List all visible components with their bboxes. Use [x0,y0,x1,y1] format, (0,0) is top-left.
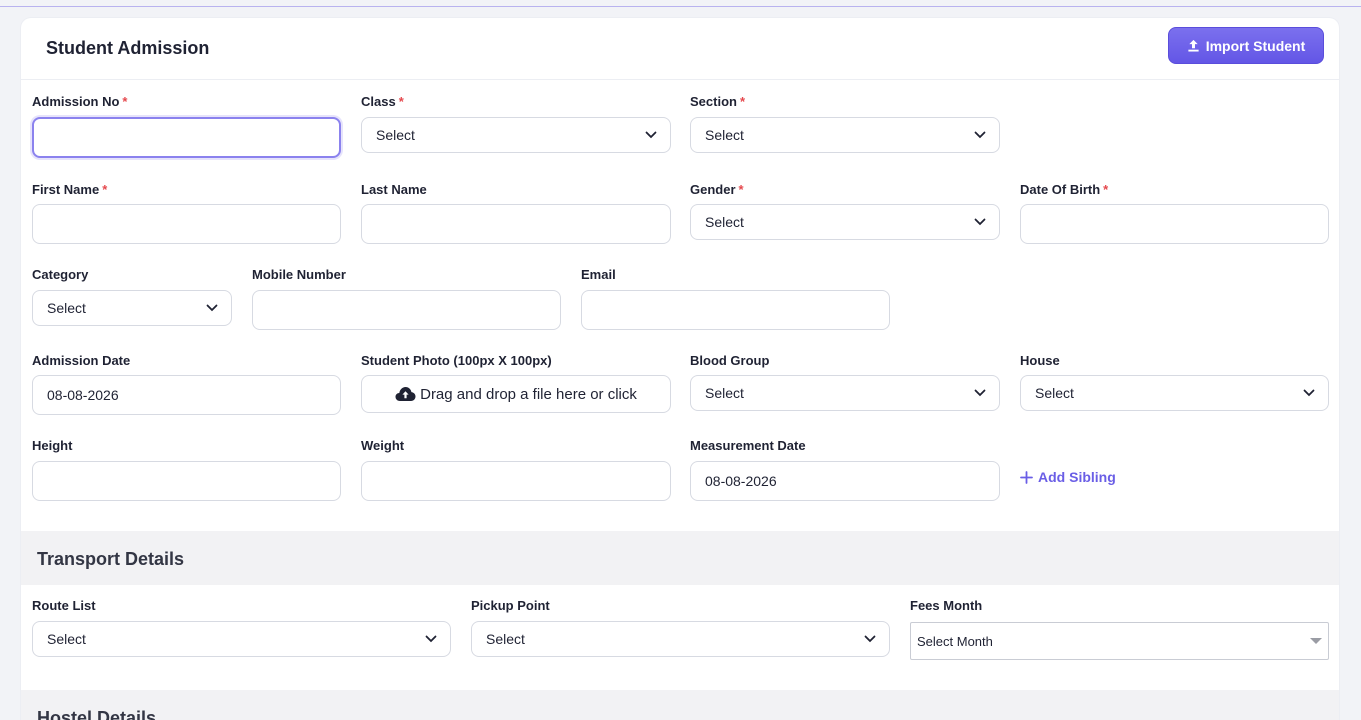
gender-label: Gender * [690,182,744,197]
chevron-down-icon [206,304,218,312]
admission-date-label: Admission Date [32,353,131,368]
first-name-label: First Name * [32,182,108,197]
dob-input[interactable] [1020,204,1329,244]
fees-month-select[interactable]: Select Month [910,622,1329,660]
blood-group-select[interactable]: Select [690,375,1000,411]
page-title: Student Admission [46,38,210,58]
chevron-down-icon [864,635,876,643]
hostel-details-header: Hostel Details [21,690,1339,720]
pickup-point-select[interactable]: Select [471,621,890,657]
measurement-date-input[interactable]: 08-08-2026 [690,461,1000,501]
height-input[interactable] [32,461,341,501]
chevron-down-icon [645,131,657,139]
admission-date-input[interactable]: 08-08-2026 [32,375,341,415]
weight-label: Weight [361,438,405,453]
last-name-input[interactable] [361,204,671,244]
transport-details-header: Transport Details [21,531,1339,585]
dob-label: Date Of Birth * [1020,182,1109,197]
class-select[interactable]: Select [361,117,671,153]
chevron-down-icon [425,635,437,643]
mobile-number-input[interactable] [252,290,561,330]
weight-input[interactable] [361,461,671,501]
mobile-number-label: Mobile Number [252,267,346,282]
admission-no-input[interactable] [32,117,341,158]
student-photo-label: Student Photo (100px X 100px) [361,353,552,368]
top-border-line [0,6,1361,7]
fees-month-label: Fees Month [910,598,983,613]
height-label: Height [32,438,73,453]
first-name-input[interactable] [32,204,341,244]
route-list-select[interactable]: Select [32,621,451,657]
category-label: Category [32,267,89,282]
section-label: Section * [690,94,746,109]
email-label: Email [581,267,616,282]
plus-icon [1020,470,1033,484]
category-select[interactable]: Select [32,290,232,326]
add-sibling-label: Add Sibling [1038,469,1116,485]
import-student-button[interactable]: Import Student [1168,27,1324,64]
card-header: Student Admission Import Student [21,18,1339,80]
pickup-point-label: Pickup Point [471,598,550,613]
chevron-down-icon [1303,389,1315,397]
chevron-down-icon [974,389,986,397]
house-label: House [1020,353,1060,368]
gender-select[interactable]: Select [690,204,1000,240]
last-name-label: Last Name [361,182,427,197]
hostel-details-title: Hostel Details [37,708,157,720]
dropdown-arrow-icon [1310,638,1322,644]
student-photo-dropzone[interactable]: Drag and drop a file here or click [361,375,671,413]
admission-no-label: Admission No * [32,94,128,109]
chevron-down-icon [974,131,986,139]
import-student-label: Import Student [1205,37,1306,54]
class-label: Class * [361,94,404,109]
house-select[interactable]: Select [1020,375,1329,411]
email-input[interactable] [581,290,890,330]
chevron-down-icon [974,218,986,226]
dropzone-text: Drag and drop a file here or click [420,385,637,403]
upload-icon [1188,39,1199,52]
add-sibling-button[interactable]: Add Sibling [1020,469,1116,485]
student-admission-card: Student Admission Import Student Admissi… [21,18,1339,720]
route-list-label: Route List [32,598,96,613]
cloud-upload-icon [395,387,416,401]
blood-group-label: Blood Group [690,353,770,368]
section-select[interactable]: Select [690,117,1000,153]
measurement-date-label: Measurement Date [690,438,806,453]
transport-details-title: Transport Details [37,549,185,569]
